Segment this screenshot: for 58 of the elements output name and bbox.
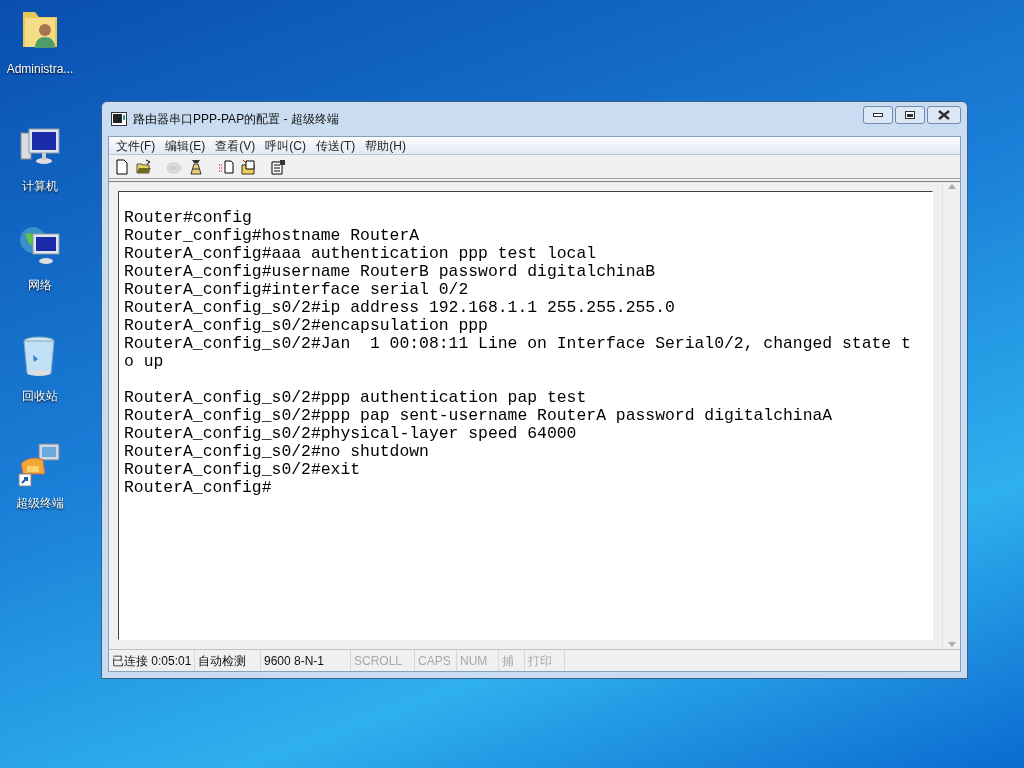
phone-button[interactable] (187, 157, 205, 176)
open-folder-icon (136, 158, 152, 175)
status-item: NUM (457, 650, 499, 671)
desktop-icon-label[interactable]: 计算机 (22, 177, 58, 195)
properties-icon (270, 158, 286, 175)
terminal-line: RouterA_config_s0/2#ppp pap sent-username RouterA password digitalchinaA (124, 407, 833, 425)
new-document-icon (114, 158, 130, 175)
terminal-line: RouterA_config# (124, 479, 272, 497)
scroll-up-arrow-icon (947, 184, 956, 189)
open-folder-button[interactable] (135, 157, 153, 176)
terminal-line: Router_config#hostname RouterA (124, 227, 420, 245)
phone-computer-icon[interactable] (17, 440, 63, 488)
desktop-icon-label[interactable]: Administra... (6, 60, 74, 78)
menu-item[interactable]: 文件(F) (116, 136, 156, 155)
status-item: 已连接 0:05:01 (109, 650, 195, 671)
status-item: 打印 (525, 650, 565, 671)
receive-folder-icon (240, 158, 256, 175)
terminal-line: RouterA_config#interface serial 0/2 (124, 281, 469, 299)
status-item: SCROLL (351, 650, 415, 671)
terminal-line: RouterA_config_s0/2#encapsulation ppp (124, 317, 488, 335)
terminal-line: RouterA_config_s0/2#ip address 192.168.1.1 255.255.255.0 (124, 299, 675, 317)
status-item: 捕 (499, 650, 525, 671)
terminal-line: o up (124, 353, 164, 371)
status-item: CAPS (415, 650, 457, 671)
close-icon (938, 110, 950, 120)
maximize-icon (905, 111, 915, 119)
terminal-line: RouterA_config#aaa authentication ppp test local (124, 245, 597, 263)
menu-item[interactable]: 编辑(E) (165, 136, 206, 155)
status-item: 9600 8-N-1 (261, 650, 351, 671)
minimize-button[interactable] (863, 106, 893, 124)
minimize-icon (873, 113, 883, 117)
terminal-line: RouterA_config#username RouterB password digitalchinaB (124, 263, 656, 281)
properties-button[interactable] (269, 157, 287, 176)
terminal-screen[interactable] (118, 191, 933, 640)
menu-item[interactable]: 查看(V) (215, 136, 256, 155)
send-file-icon (218, 158, 234, 175)
phone-icon (188, 158, 204, 175)
desktop-icon-label[interactable]: 网络 (28, 276, 52, 294)
receive-folder-button[interactable] (239, 157, 257, 176)
terminal-line: RouterA_config_s0/2#no shutdown (124, 443, 429, 461)
terminal-line: Router#config (124, 209, 252, 227)
status-item: 自动检测 (195, 650, 261, 671)
desktop-icon-label[interactable]: 超级终端 (16, 494, 64, 512)
menu-item[interactable]: 帮助(H) (365, 136, 406, 155)
scroll-down-arrow-icon (947, 642, 956, 647)
window-title: 路由器串口PPP-PAP的配置 - 超级终端 (133, 111, 339, 128)
desktop-icon-label[interactable]: 回收站 (22, 387, 58, 405)
terminal-line: RouterA_config_s0/2#Jan 1 00:08:11 Line on Interface Serial0/2, changed state t (124, 335, 911, 353)
menu-item[interactable]: 呼叫(C) (265, 136, 306, 155)
app-icon (111, 112, 127, 126)
close-button[interactable] (927, 106, 961, 124)
maximize-button[interactable] (895, 106, 925, 124)
send-file-button[interactable] (217, 157, 235, 176)
terminal-line: RouterA_config_s0/2#physical-layer speed 64000 (124, 425, 577, 443)
new-document-button[interactable] (113, 157, 131, 176)
terminal-line: RouterA_config_s0/2#ppp authentication pap test (124, 389, 587, 407)
terminal-line: RouterA_config_s0/2#exit (124, 461, 361, 479)
menu-item[interactable]: 传送(T) (316, 136, 356, 155)
